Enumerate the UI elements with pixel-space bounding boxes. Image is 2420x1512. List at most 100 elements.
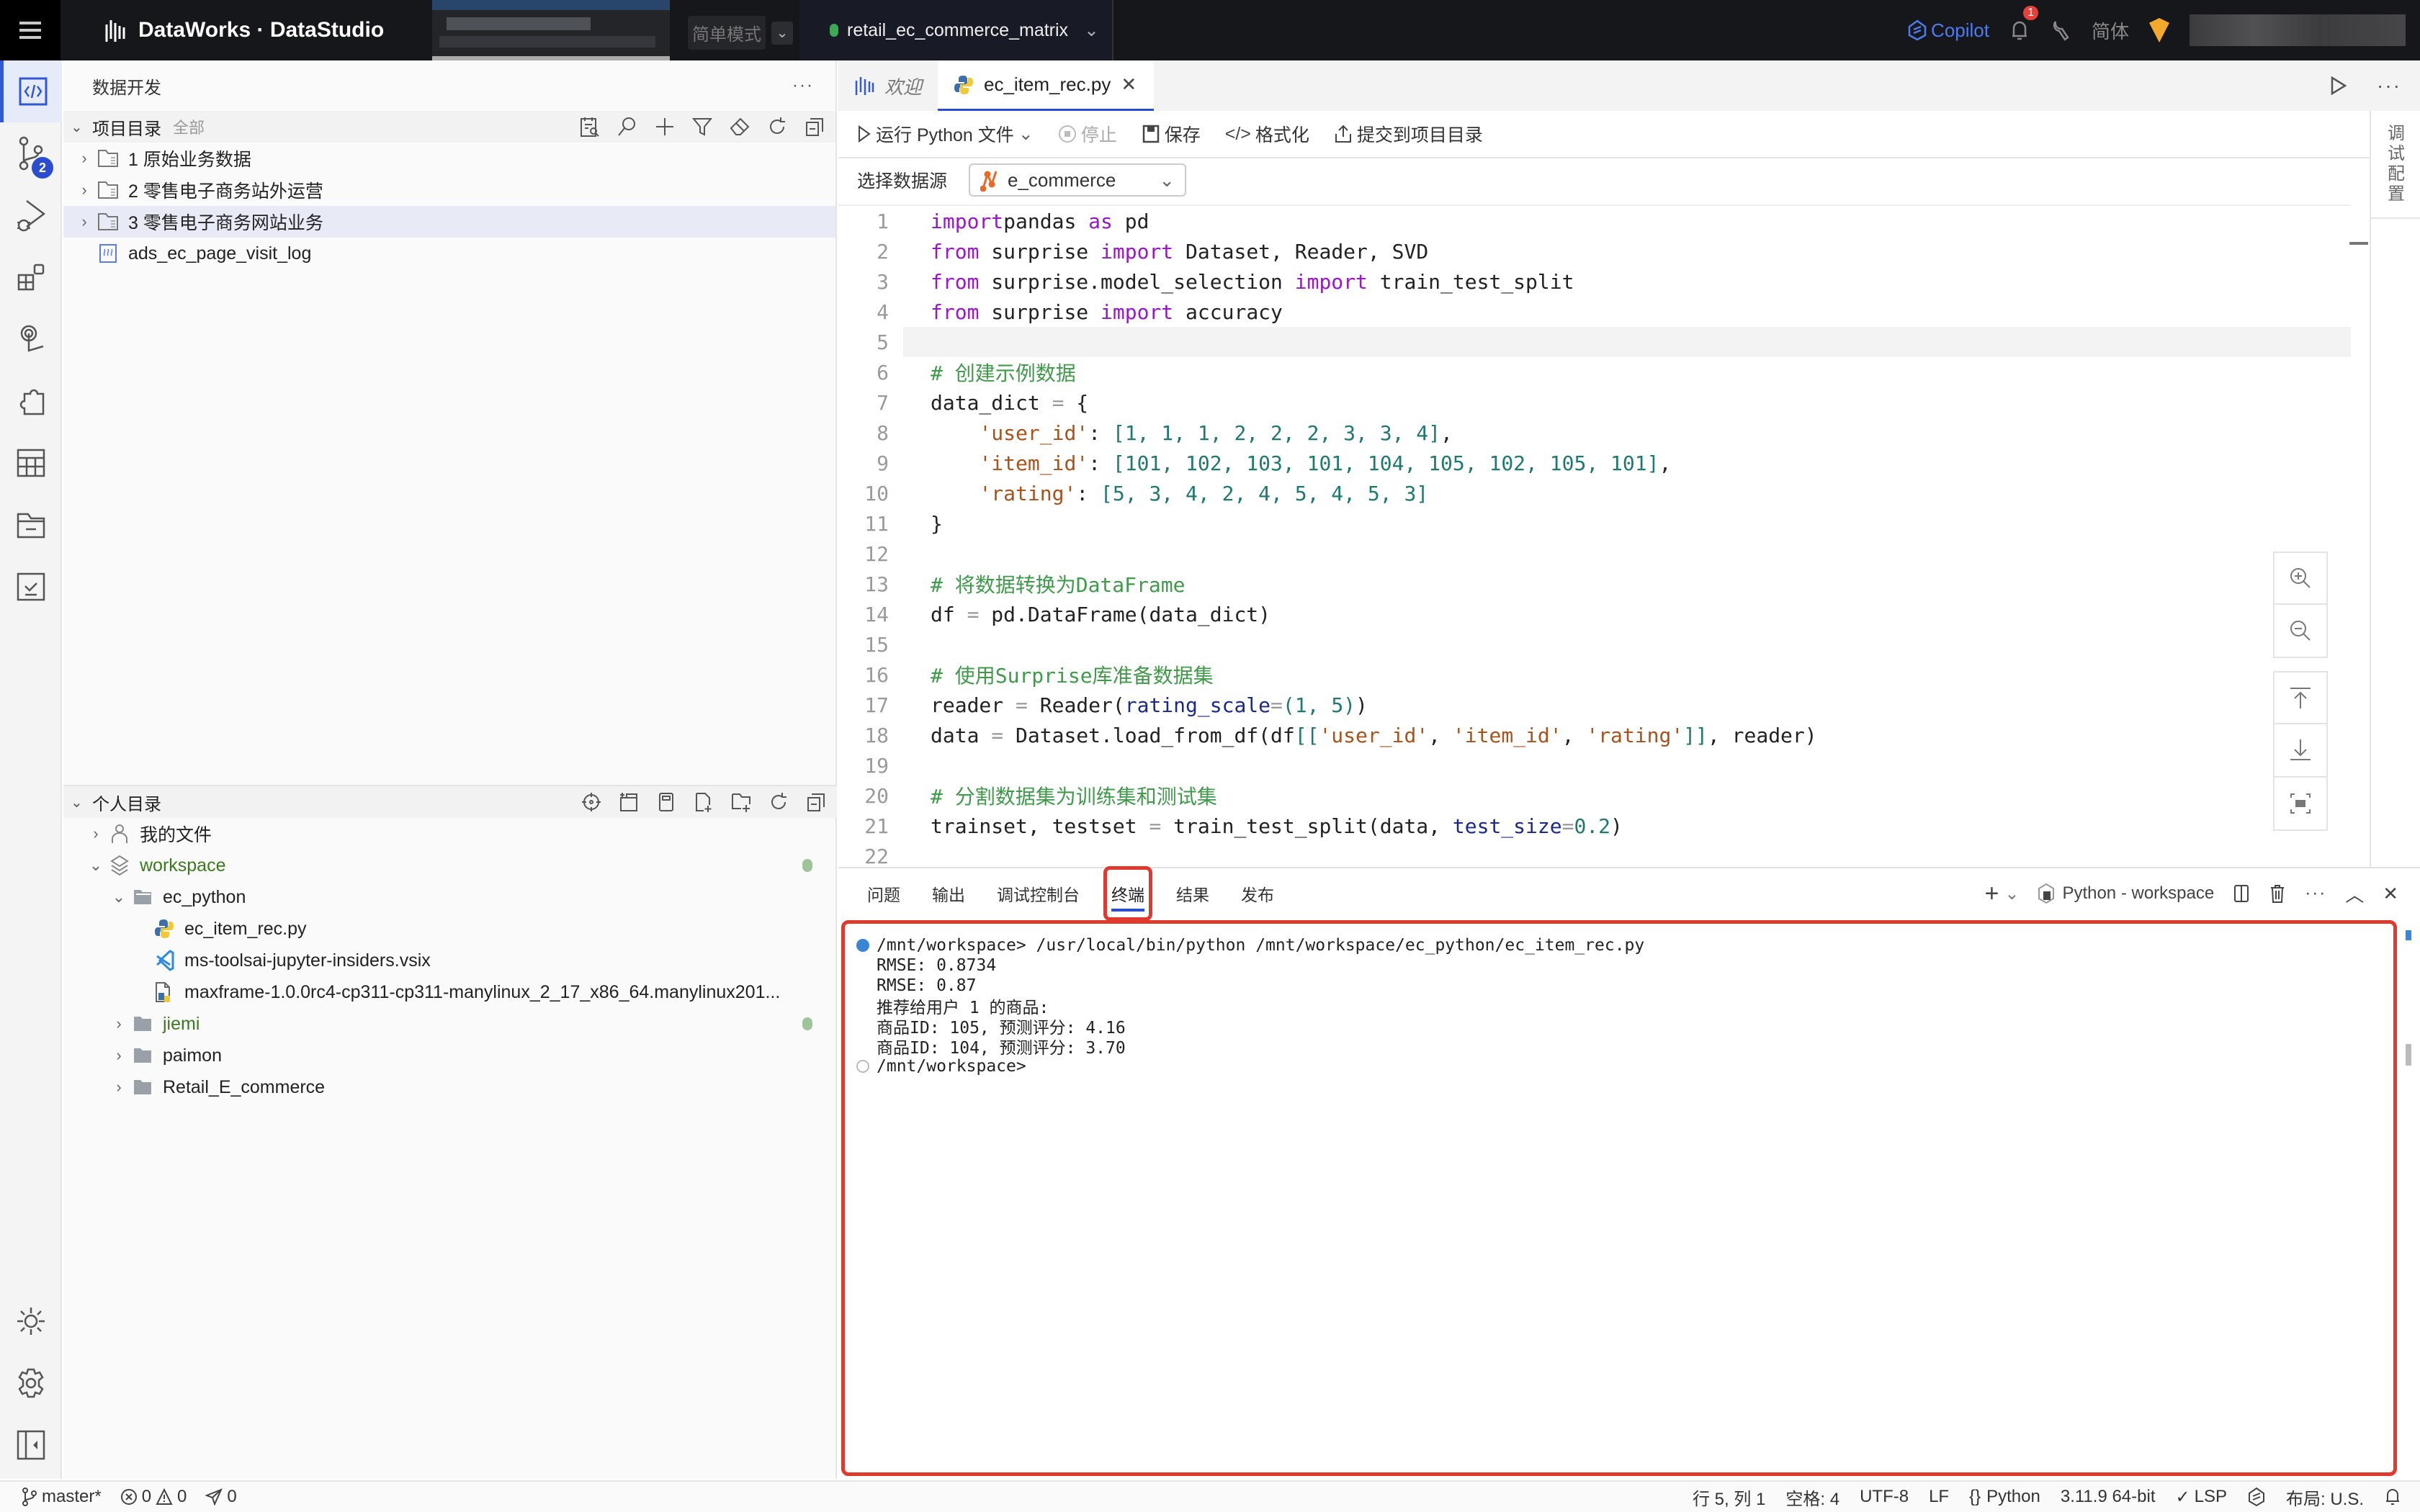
activity-source-control[interactable]: 2: [0, 122, 62, 184]
new-folder-icon[interactable]: [730, 791, 752, 813]
tree-item-my-files[interactable]: › 我的文件: [63, 818, 837, 850]
notifications-bell-icon[interactable]: [2384, 1487, 2401, 1507]
collapse-all-icon[interactable]: [805, 791, 827, 813]
refresh-icon[interactable]: [766, 116, 788, 138]
zoom-out-button[interactable]: [2273, 605, 2328, 658]
code-line[interactable]: 13 # 将数据转换为DataFrame: [838, 569, 2351, 599]
tab-ec-item-rec[interactable]: ec_item_rec.py ✕: [938, 60, 1155, 111]
more-actions-icon[interactable]: ···: [792, 76, 814, 96]
activity-touch[interactable]: [0, 308, 62, 370]
chevron-right-icon[interactable]: ›: [73, 181, 95, 199]
code-line[interactable]: 3 from surprise.model_selection import tr…: [838, 266, 2351, 297]
panel-tab-results[interactable]: 结果: [1176, 868, 1209, 919]
code-line[interactable]: 7 data_dict = {: [838, 387, 2351, 418]
tree-item-wheel-file[interactable]: maxframe-1.0.0rc4-cp311-cp311-manylinux_…: [63, 976, 837, 1008]
code-line[interactable]: 1 import pandas as pd: [838, 206, 2351, 236]
new-file-icon[interactable]: [693, 791, 714, 813]
chevron-right-icon[interactable]: ›: [85, 824, 107, 843]
new-tab-icon[interactable]: [618, 791, 640, 813]
run-python-file-button[interactable]: 运行 Python 文件 ⌄: [857, 121, 1034, 147]
format-button[interactable]: </> 格式化: [1225, 121, 1309, 147]
code-line[interactable]: 19: [838, 750, 2351, 780]
maximize-panel-icon[interactable]: ︿: [2345, 881, 2364, 907]
cursor-position[interactable]: 行 5, 列 1: [1693, 1485, 1765, 1510]
fit-view-button[interactable]: [2273, 778, 2328, 831]
minimap-scroll-indicator[interactable]: [2349, 242, 2368, 245]
activity-run-debug[interactable]: [0, 184, 62, 246]
code-line[interactable]: 15: [838, 629, 2351, 660]
chevron-down-icon[interactable]: ⌄: [2004, 883, 2019, 904]
tree-item-python-file[interactable]: ec_item_rec.py: [63, 913, 837, 945]
panel-tab-publish[interactable]: 发布: [1241, 868, 1274, 919]
code-line[interactable]: 17 reader = Reader(rating_scale = (1, 5)): [838, 690, 2351, 720]
tree-item-folder[interactable]: › jiemi: [63, 1008, 837, 1040]
refresh-icon[interactable]: [768, 791, 789, 813]
code-line[interactable]: 5: [838, 327, 2351, 357]
project-filter-label[interactable]: 全部: [173, 115, 205, 138]
project-directory-header[interactable]: ⌄ 项目目录 全部: [63, 111, 835, 143]
close-tab-icon[interactable]: ✕: [1121, 73, 1137, 96]
code-line[interactable]: 2 from surprise import Dataset, Reader, S…: [838, 236, 2351, 266]
close-panel-icon[interactable]: ✕: [2383, 883, 2398, 905]
chevron-right-icon[interactable]: ›: [73, 149, 95, 168]
code-line[interactable]: 10 'rating': [5, 3, 4, 2, 4, 5, 4, 5, 3]: [838, 478, 2351, 508]
activity-plugins[interactable]: [0, 370, 62, 432]
code-line[interactable]: 16 # 使用Surprise库准备数据集: [838, 660, 2351, 690]
chevron-down-icon[interactable]: ⌄: [71, 118, 92, 136]
code-line[interactable]: 21 trainset, testset = train_test_split(d…: [838, 811, 2351, 841]
code-editor[interactable]: 1 import pandas as pd 2 from surprise import…: [838, 204, 2351, 924]
chevron-down-icon[interactable]: ⌄: [85, 856, 107, 875]
tree-item-workspace[interactable]: ⌄ workspace: [63, 850, 837, 881]
redacted-user-account[interactable]: [2190, 14, 2406, 46]
code-line[interactable]: 9 'item_id': [101, 102, 103, 101, 104, 1…: [838, 448, 2351, 478]
tree-item-folder-selected[interactable]: › 3 零售电子商务网站业务: [63, 206, 835, 238]
split-terminal-icon[interactable]: [2233, 883, 2250, 904]
add-icon[interactable]: [654, 116, 676, 138]
collapse-all-icon[interactable]: [804, 116, 825, 138]
code-line[interactable]: 18 data = Dataset.load_from_df(df[['user_…: [838, 720, 2351, 750]
chevron-down-icon[interactable]: ⌄: [1018, 123, 1034, 145]
branch-status[interactable]: master*: [22, 1487, 102, 1507]
keyboard-layout[interactable]: 布局: U.S.: [2286, 1485, 2364, 1510]
python-interpreter[interactable]: 3.11.9 64-bit: [2061, 1487, 2156, 1507]
activity-collapse-panel[interactable]: [0, 1414, 62, 1476]
activity-tasks[interactable]: [0, 556, 62, 618]
problems-status[interactable]: 0 0: [120, 1487, 187, 1507]
save-button[interactable]: 保存: [1142, 121, 1201, 147]
filter-icon[interactable]: [691, 116, 713, 138]
run-icon[interactable]: [2329, 76, 2348, 96]
stop-button[interactable]: 停止: [1058, 121, 1117, 147]
terminal-output[interactable]: /mnt/workspace> /usr/local/bin/python /m…: [841, 920, 2397, 1476]
main-menu-button[interactable]: [0, 0, 60, 60]
lsp-status[interactable]: ✓ LSP: [2176, 1487, 2227, 1508]
zoom-in-button[interactable]: [2273, 552, 2328, 605]
code-line[interactable]: 14 df = pd.DataFrame(data_dict): [838, 599, 2351, 629]
project-selector[interactable]: retail_ec_commerce_matrix ⌄: [799, 0, 1113, 60]
tree-item-folder[interactable]: › Retail_E_commerce: [63, 1071, 837, 1103]
notifications-button[interactable]: 1: [2009, 6, 2038, 42]
personal-directory-header[interactable]: ⌄ 个人目录: [63, 786, 837, 818]
panel-tab-debug-console[interactable]: 调试控制台: [997, 868, 1080, 919]
datasource-select[interactable]: e_commerce ⌄: [969, 163, 1187, 197]
encoding[interactable]: UTF-8: [1860, 1487, 1909, 1507]
activity-settings[interactable]: [0, 1352, 62, 1414]
terminal-name[interactable]: Python - workspace: [2062, 883, 2214, 904]
wrench-tools-icon[interactable]: [2050, 19, 2071, 42]
code-line[interactable]: 8 'user_id': [1, 1, 1, 2, 2, 2, 3, 3, 4]…: [838, 418, 2351, 448]
tree-item-folder[interactable]: › 2 零售电子商务站外运营: [63, 174, 835, 206]
indentation[interactable]: 空格: 4: [1785, 1485, 1839, 1510]
code-line[interactable]: 20 # 分割数据集为训练集和测试集: [838, 780, 2351, 811]
activity-files[interactable]: [0, 494, 62, 556]
query-file-icon[interactable]: [579, 116, 601, 138]
end-of-line[interactable]: LF: [1929, 1487, 1949, 1507]
eraser-icon[interactable]: [729, 116, 750, 138]
ports-status[interactable]: 0: [205, 1487, 237, 1507]
language-mode[interactable]: {} Python: [1969, 1487, 2040, 1507]
copilot-button[interactable]: Copilot: [1908, 19, 1989, 42]
panel-tab-problems[interactable]: 问题: [867, 868, 900, 919]
chevron-right-icon[interactable]: ›: [73, 212, 95, 231]
code-line[interactable]: 11}: [838, 508, 2351, 539]
mode-switch[interactable]: 简单模式 ⌄: [688, 16, 793, 50]
chevron-right-icon[interactable]: ›: [108, 1046, 130, 1065]
more-actions-icon[interactable]: ···: [2305, 883, 2326, 904]
